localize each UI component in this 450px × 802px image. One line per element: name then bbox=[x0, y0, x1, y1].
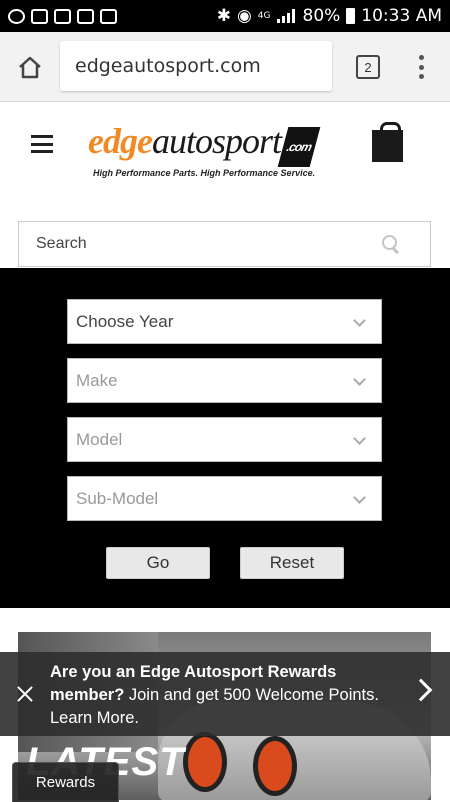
dot-icon bbox=[418, 74, 424, 79]
wifi-icon: ◉ bbox=[236, 6, 252, 26]
gmail-icon bbox=[31, 8, 48, 24]
model-select-value: Model bbox=[76, 429, 123, 449]
search-placeholder: Search bbox=[36, 235, 87, 252]
submodel-select[interactable]: Sub-Model bbox=[67, 476, 382, 521]
close-icon[interactable] bbox=[17, 686, 33, 702]
nfl-icon bbox=[77, 8, 94, 24]
make-select[interactable]: Make bbox=[67, 358, 382, 403]
address-bar[interactable]: edgeautosport.com bbox=[60, 41, 332, 91]
reset-button[interactable]: Reset bbox=[240, 547, 344, 579]
wheel-image bbox=[253, 736, 297, 796]
rewards-toast[interactable]: Are you an Edge Autosport Rewards member… bbox=[0, 652, 450, 736]
year-select[interactable]: Choose Year bbox=[67, 299, 382, 344]
vehicle-finder: Choose Year Make Model Sub-Model Go Rese… bbox=[0, 268, 450, 608]
system-status: ✱ ◉ 4G 80% 10:33 AM bbox=[217, 6, 442, 26]
rewards-toast-message: Are you an Edge Autosport Rewards member… bbox=[50, 661, 390, 730]
dot-icon bbox=[418, 55, 424, 60]
signal-icon bbox=[276, 9, 297, 23]
home-icon bbox=[19, 56, 41, 78]
dot-icon bbox=[418, 64, 424, 70]
bluetooth-icon: ✱ bbox=[216, 6, 231, 26]
battery-percent: 80% bbox=[302, 6, 341, 26]
wheel-image bbox=[183, 732, 227, 792]
go-button[interactable]: Go bbox=[106, 547, 210, 579]
chevron-down-icon bbox=[353, 314, 366, 327]
chevron-down-icon bbox=[353, 491, 366, 504]
gmail-icon bbox=[54, 8, 71, 24]
shopping-bag-icon[interactable] bbox=[372, 122, 403, 162]
browser-menu-button[interactable] bbox=[411, 53, 431, 81]
messenger-icon bbox=[8, 8, 25, 24]
browser-toolbar: edgeautosport.com 2 bbox=[0, 32, 450, 102]
site-header: edgeautosport .com High Performance Parts… bbox=[0, 102, 450, 220]
site-logo[interactable]: edgeautosport .com High Performance Parts… bbox=[88, 122, 360, 180]
chevron-down-icon bbox=[353, 373, 366, 386]
year-select-value: Choose Year bbox=[76, 311, 174, 331]
search-input[interactable]: Search bbox=[18, 221, 431, 267]
logo-edge-text: edge bbox=[88, 121, 153, 161]
logo-tagline: High Performance Parts. High Performance… bbox=[93, 168, 316, 178]
photo-icon bbox=[100, 8, 117, 24]
rewards-tab-button[interactable]: Rewards bbox=[12, 762, 119, 802]
make-select-value: Make bbox=[76, 370, 118, 390]
chevron-right-icon[interactable] bbox=[409, 678, 433, 702]
chevron-down-icon bbox=[353, 432, 366, 445]
status-bar: ✱ ◉ 4G 80% 10:33 AM bbox=[0, 0, 450, 32]
hamburger-menu-icon[interactable] bbox=[31, 135, 53, 153]
search-icon[interactable] bbox=[382, 235, 400, 253]
submodel-select-value: Sub-Model bbox=[76, 488, 159, 508]
logo-autosport-text: autosport bbox=[151, 121, 282, 161]
model-select[interactable]: Model bbox=[67, 417, 382, 462]
battery-icon bbox=[346, 8, 356, 24]
logo-com-text: .com bbox=[277, 127, 321, 167]
home-button[interactable] bbox=[0, 32, 60, 102]
notification-icons bbox=[8, 8, 117, 24]
network-label: 4G bbox=[257, 11, 271, 21]
tab-switcher-button[interactable]: 2 bbox=[356, 55, 380, 79]
clock: 10:33 AM bbox=[361, 6, 442, 26]
